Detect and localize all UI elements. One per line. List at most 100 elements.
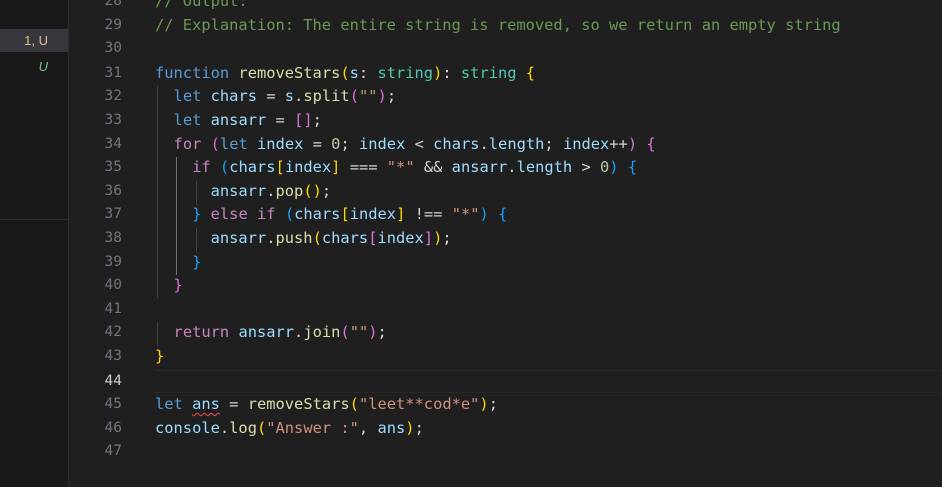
explorer-item-selected[interactable]: 1, U (0, 29, 68, 52)
code-token: chars (294, 205, 341, 224)
line-number: 41 (104, 300, 122, 317)
git-status-badge: 1, U (24, 33, 48, 48)
code-line-38: ansarr.push(chars[index]); (155, 227, 452, 251)
code-token: function (155, 63, 230, 82)
line-number: 47 (104, 443, 122, 460)
code-line-36: ansarr.pop(); (155, 180, 332, 204)
code-token: s (349, 63, 359, 82)
code-token: . (219, 418, 230, 437)
code-line-35: if (chars[index] === "*" && ansarr.lengt… (155, 156, 637, 180)
code-token: { (525, 63, 536, 82)
code-line-43: } (155, 345, 164, 369)
line-number: 37 (104, 206, 122, 223)
code-token: , (358, 418, 378, 437)
code-token: ansarr (451, 158, 508, 177)
code-token: ++ (609, 134, 628, 153)
code-token: index (349, 205, 397, 224)
code-line-28: // Output: (155, 0, 248, 14)
code-line-46: console.log("Answer :", ans); (155, 417, 424, 441)
code-token: if (257, 205, 276, 224)
code-line-40: } (155, 274, 183, 298)
code-line-31: function removeStars(s: string): string … (155, 62, 535, 86)
code-token: ) (433, 229, 443, 247)
sidebar-divider (0, 219, 68, 220)
code-token: chars (321, 229, 369, 247)
code-token: chars (210, 87, 257, 106)
line-number-active: 44 (104, 372, 122, 389)
code-line-39: } (155, 251, 201, 275)
code-token: ( (340, 323, 350, 342)
code-token: } (192, 205, 202, 224)
code-token: // Explanation: The entire string is rem… (155, 15, 841, 34)
code-token: ; (340, 134, 359, 153)
code-line-33: let ansarr = []; (155, 109, 322, 133)
code-token: = (219, 395, 248, 414)
code-token: chars (433, 134, 480, 153)
code-token: = (303, 134, 332, 153)
code-token: ; (442, 229, 452, 247)
code-token: ; (321, 181, 332, 200)
code-token: ( (256, 418, 267, 437)
code-token: } (192, 252, 202, 271)
code-token: ) (479, 205, 489, 224)
code-token: ) (377, 87, 387, 106)
code-token: ( (284, 205, 295, 224)
code-token: { (627, 158, 638, 177)
code-token: "Answer :" (266, 418, 359, 437)
code-token: ( (219, 158, 230, 177)
code-token: } (155, 347, 165, 365)
code-token: ) (433, 63, 443, 82)
code-token: . (507, 158, 517, 177)
code-token: . (294, 87, 304, 106)
code-token: return (173, 323, 230, 342)
code-token: let (155, 395, 183, 414)
code-token: ( (210, 134, 220, 153)
code-token: = (266, 111, 295, 129)
code-token: > (572, 158, 600, 177)
code-token: ; (386, 87, 397, 106)
code-token: push (275, 229, 313, 247)
code-token: join (303, 323, 341, 342)
git-status-badge: U (38, 59, 48, 74)
error-squiggle-token: ans (192, 395, 220, 414)
code-token: chars (229, 158, 276, 177)
code-token: "*" (386, 158, 415, 177)
explorer-item[interactable]: U (0, 55, 68, 78)
code-token: removeStars (238, 63, 341, 82)
code-line-45: let ans = removeStars("leet**cod*e"); (155, 393, 498, 417)
code-token: for (173, 134, 202, 153)
code-token: index (284, 158, 332, 177)
line-number: 45 (104, 396, 122, 413)
code-token: let (219, 134, 248, 153)
code-token: ansarr (238, 323, 295, 342)
code-token: . (479, 134, 489, 153)
code-token: ( (340, 63, 350, 82)
code-token: } (173, 276, 183, 295)
line-number: 28 (104, 0, 122, 9)
line-number-gutter[interactable]: 28 29 30 31 32 33 34 35 36 37 38 39 40 4… (69, 0, 129, 487)
code-token: ) (609, 158, 619, 177)
code-token: { (498, 205, 508, 224)
code-token: ; (414, 418, 424, 437)
code-line-34: for (let index = 0; index < chars.length… (155, 133, 656, 157)
code-token: index (257, 134, 304, 153)
code-token: pop (275, 181, 304, 200)
code-token: "*" (451, 205, 480, 224)
explorer-sidebar: 1, U U (0, 0, 69, 487)
code-editor[interactable]: // Output: // Explanation: The entire st… (155, 0, 942, 487)
code-token: : (442, 63, 461, 82)
line-number: 38 (104, 230, 122, 246)
